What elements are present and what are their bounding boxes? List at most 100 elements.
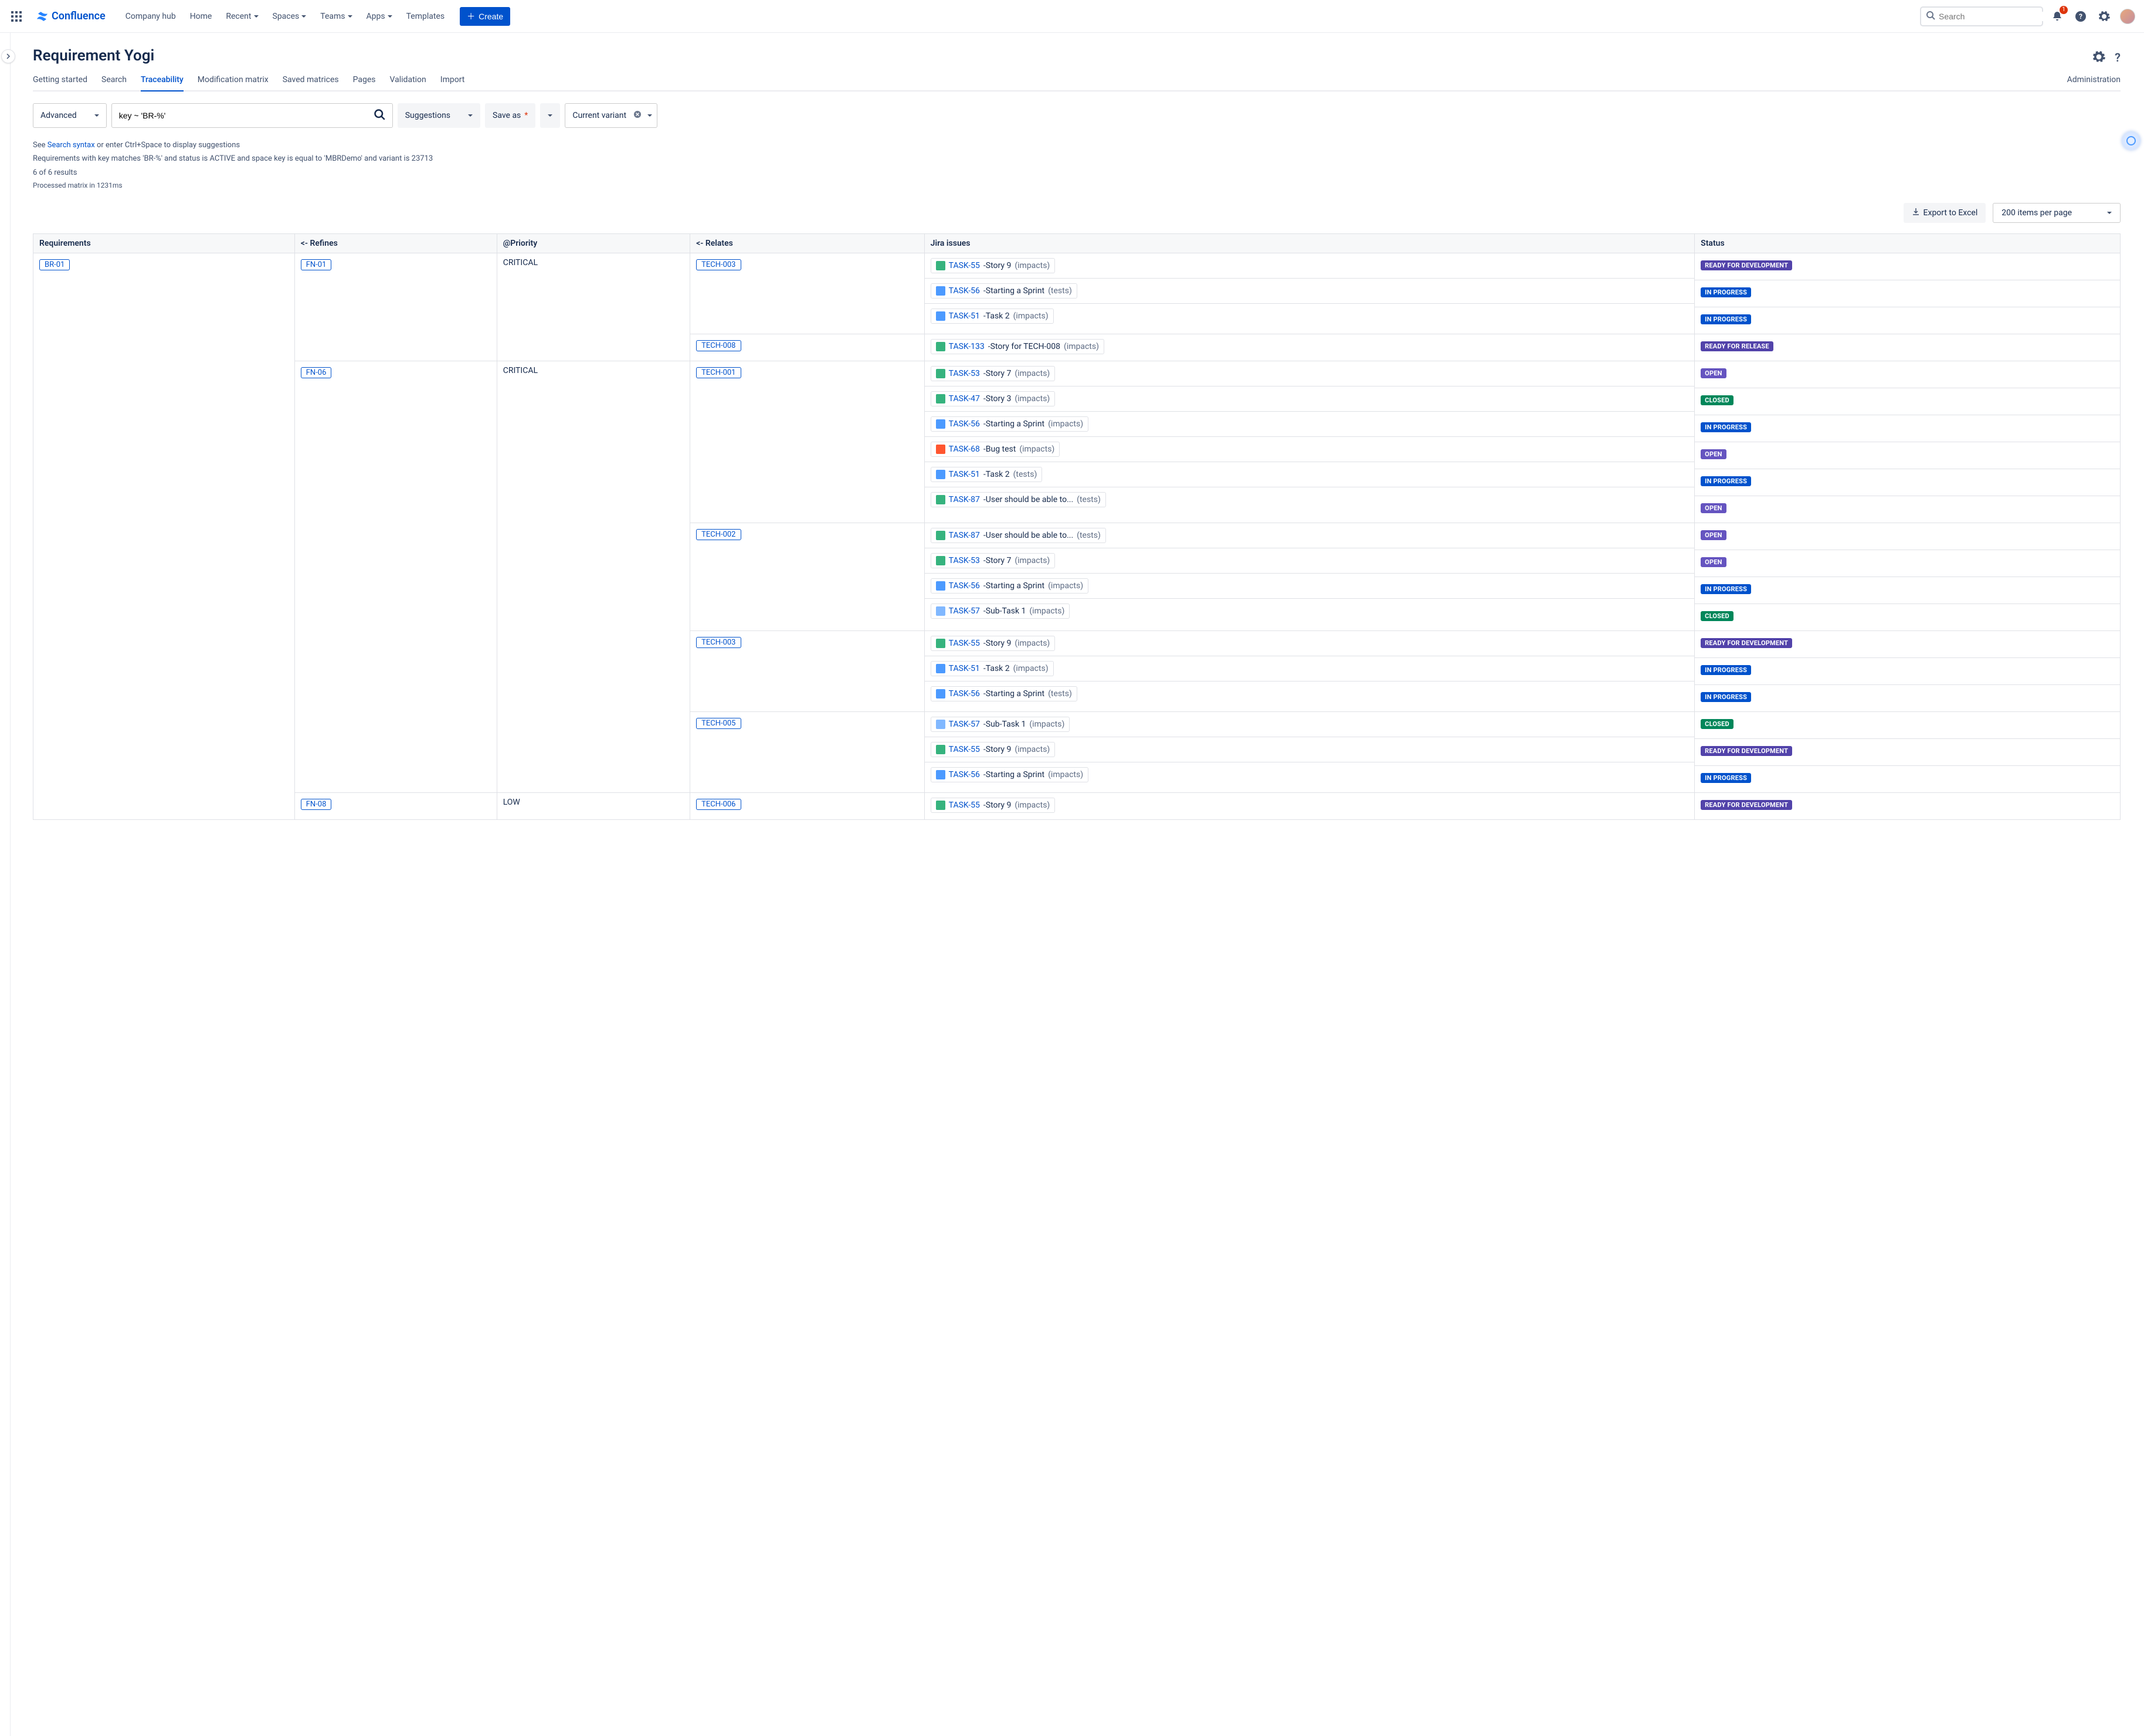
- jira-issue[interactable]: TASK-57-Sub-Task 1 (impacts): [931, 717, 1070, 732]
- jira-issue[interactable]: TASK-51-Task 2 (impacts): [931, 308, 1054, 324]
- jira-issue[interactable]: TASK-53-Story 7 (impacts): [931, 366, 1056, 381]
- export-excel-button[interactable]: Export to Excel: [1904, 203, 1986, 223]
- confluence-logo[interactable]: Confluence: [30, 9, 110, 23]
- nav-link-apps[interactable]: Apps: [361, 8, 398, 25]
- column-header[interactable]: Requirements: [33, 233, 295, 253]
- jira-issue[interactable]: TASK-87-User should be able to... (tests…: [931, 528, 1106, 543]
- relates-key[interactable]: TECH-005: [696, 718, 741, 729]
- global-search[interactable]: [1920, 6, 2043, 26]
- refines-key[interactable]: FN-08: [301, 799, 332, 810]
- run-query-button[interactable]: [367, 104, 392, 127]
- column-header[interactable]: Jira issues: [924, 233, 1695, 253]
- query-input[interactable]: [112, 106, 367, 125]
- jira-issue[interactable]: TASK-57-Sub-Task 1 (impacts): [931, 603, 1070, 619]
- variant-select[interactable]: Current variant: [565, 103, 657, 128]
- app-switcher-icon[interactable]: [7, 7, 26, 26]
- refines-key[interactable]: FN-06: [301, 367, 332, 378]
- tab-traceability[interactable]: Traceability: [141, 70, 184, 91]
- jira-key[interactable]: TASK-56: [949, 581, 980, 591]
- jira-key[interactable]: TASK-56: [949, 419, 980, 429]
- jira-issue[interactable]: TASK-55-Story 9 (impacts): [931, 742, 1056, 757]
- refines-key[interactable]: FN-01: [301, 259, 332, 270]
- page-settings-icon[interactable]: [2092, 50, 2105, 66]
- jira-issue[interactable]: TASK-51-Task 2 (impacts): [931, 661, 1054, 676]
- column-header[interactable]: <- Refines: [294, 233, 497, 253]
- jira-key[interactable]: TASK-56: [949, 286, 980, 296]
- relates-key[interactable]: TECH-001: [696, 367, 741, 378]
- chevron-down-icon: [348, 12, 352, 21]
- mode-select[interactable]: Advanced: [33, 103, 107, 128]
- requirement-key[interactable]: BR-01: [39, 259, 70, 270]
- nav-link-templates[interactable]: Templates: [401, 8, 451, 25]
- jira-key[interactable]: TASK-51: [949, 311, 980, 321]
- page-help-icon[interactable]: ?: [2115, 50, 2121, 66]
- jira-key[interactable]: TASK-55: [949, 745, 980, 754]
- tab-import[interactable]: Import: [440, 70, 465, 91]
- nav-link-spaces[interactable]: Spaces: [267, 8, 313, 25]
- jira-issue[interactable]: TASK-47-Story 3 (impacts): [931, 391, 1056, 406]
- jira-issue[interactable]: TASK-133-Story for TECH-008 (impacts): [931, 339, 1104, 354]
- jira-key[interactable]: TASK-57: [949, 606, 980, 616]
- column-header[interactable]: @Priority: [497, 233, 690, 253]
- nav-link-recent[interactable]: Recent: [220, 8, 264, 25]
- jira-key[interactable]: TASK-55: [949, 639, 980, 648]
- search-input[interactable]: [1939, 12, 2045, 21]
- relates-key[interactable]: TECH-006: [696, 799, 741, 810]
- jira-key[interactable]: TASK-133: [949, 342, 985, 351]
- expand-sidebar-icon[interactable]: [1, 49, 15, 63]
- jira-issue[interactable]: TASK-53-Story 7 (impacts): [931, 553, 1056, 568]
- jira-key[interactable]: TASK-53: [949, 369, 980, 378]
- relates-key[interactable]: TECH-003: [696, 637, 741, 648]
- jira-issue[interactable]: TASK-87-User should be able to... (tests…: [931, 492, 1106, 507]
- save-as-dropdown[interactable]: [540, 103, 560, 128]
- relates-key[interactable]: TECH-002: [696, 529, 741, 540]
- jira-issue[interactable]: TASK-56-Starting a Sprint (impacts): [931, 767, 1088, 782]
- jira-key[interactable]: TASK-53: [949, 556, 980, 565]
- jira-key[interactable]: TASK-51: [949, 664, 980, 673]
- jira-issue[interactable]: TASK-55-Story 9 (impacts): [931, 798, 1056, 813]
- jira-key[interactable]: TASK-57: [949, 720, 980, 729]
- jira-key[interactable]: TASK-55: [949, 261, 980, 270]
- assistant-badge-icon[interactable]: [2122, 131, 2140, 150]
- jira-issue[interactable]: TASK-56-Starting a Sprint (impacts): [931, 416, 1088, 432]
- settings-icon[interactable]: [2095, 7, 2114, 26]
- jira-key[interactable]: TASK-56: [949, 770, 980, 779]
- jira-issue[interactable]: TASK-56-Starting a Sprint (tests): [931, 686, 1077, 701]
- relates-key[interactable]: TECH-008: [696, 340, 741, 351]
- tab-saved-matrices[interactable]: Saved matrices: [283, 70, 339, 91]
- jira-key[interactable]: TASK-68: [949, 445, 980, 454]
- create-button[interactable]: ＋ Create: [460, 7, 510, 26]
- profile-avatar[interactable]: [2118, 7, 2137, 26]
- jira-key[interactable]: TASK-87: [949, 531, 980, 540]
- nav-link-teams[interactable]: Teams: [314, 8, 358, 25]
- tab-getting-started[interactable]: Getting started: [33, 70, 87, 91]
- jira-key[interactable]: TASK-56: [949, 689, 980, 699]
- tab-search[interactable]: Search: [101, 70, 127, 91]
- jira-issue[interactable]: TASK-55-Story 9 (impacts): [931, 636, 1056, 651]
- tab-validation[interactable]: Validation: [390, 70, 426, 91]
- jira-issue[interactable]: TASK-55-Story 9 (impacts): [931, 258, 1056, 273]
- nav-link-home[interactable]: Home: [184, 8, 218, 25]
- help-icon[interactable]: ?: [2071, 7, 2090, 26]
- tab-modification-matrix[interactable]: Modification matrix: [198, 70, 269, 91]
- save-as-button[interactable]: Save as *: [485, 103, 535, 128]
- column-header[interactable]: Status: [1695, 233, 2121, 253]
- suggestions-button[interactable]: Suggestions: [398, 103, 480, 128]
- administration-link[interactable]: Administration: [2067, 70, 2121, 90]
- jira-key[interactable]: TASK-55: [949, 801, 980, 810]
- column-header[interactable]: <- Relates: [690, 233, 925, 253]
- tab-pages[interactable]: Pages: [353, 70, 376, 91]
- syntax-link[interactable]: Search syntax: [48, 141, 95, 150]
- jira-key[interactable]: TASK-87: [949, 495, 980, 504]
- jira-issue[interactable]: TASK-68-Bug test (impacts): [931, 442, 1060, 457]
- nav-link-company-hub[interactable]: Company hub: [120, 8, 182, 25]
- jira-issue[interactable]: TASK-51-Task 2 (tests): [931, 467, 1043, 482]
- notifications-icon[interactable]: 1: [2048, 7, 2067, 26]
- clear-icon[interactable]: [633, 110, 642, 121]
- jira-key[interactable]: TASK-51: [949, 470, 980, 479]
- jira-issue[interactable]: TASK-56-Starting a Sprint (tests): [931, 283, 1077, 299]
- page-size-select[interactable]: 200 items per page: [1993, 203, 2121, 223]
- jira-key[interactable]: TASK-47: [949, 394, 980, 404]
- jira-issue[interactable]: TASK-56-Starting a Sprint (impacts): [931, 578, 1088, 594]
- relates-key[interactable]: TECH-003: [696, 259, 741, 270]
